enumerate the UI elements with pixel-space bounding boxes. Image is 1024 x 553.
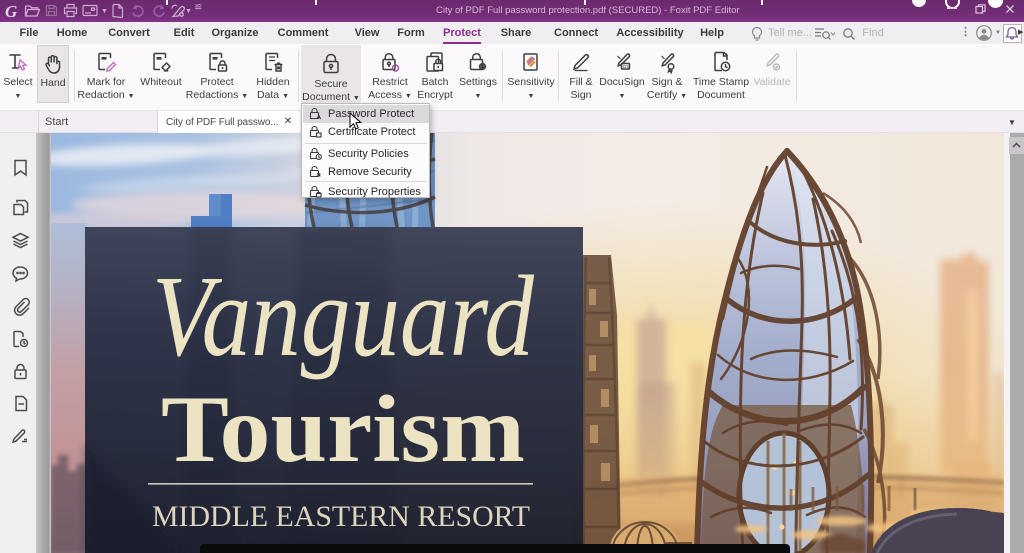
svg-text:Vanguard: Vanguard [152, 253, 535, 381]
svg-text:DS: DS [623, 64, 629, 69]
svg-text:MIDDLE EASTERN RESORT: MIDDLE EASTERN RESORT [152, 500, 530, 533]
svg-text:Tourism: Tourism [161, 376, 525, 482]
svg-text:G: G [5, 2, 18, 20]
